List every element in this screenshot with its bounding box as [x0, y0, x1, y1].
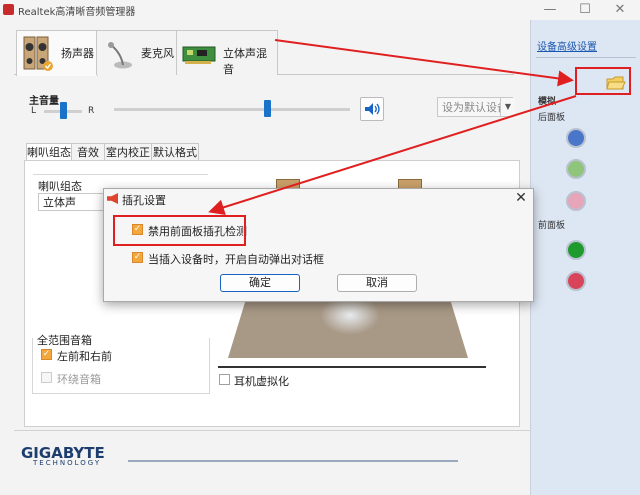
app-icon	[3, 4, 14, 15]
tab-default-format[interactable]: 默认格式	[151, 143, 199, 161]
auto-popup-checkbox[interactable]: ✓	[132, 252, 143, 263]
technology-tagline: TECHNOLOGY	[33, 459, 102, 467]
advanced-settings-link[interactable]: 设备高级设置	[537, 38, 597, 53]
tab-microphone-label: 麦克风	[141, 47, 174, 60]
front-speakers-checkbox[interactable]: ✓	[41, 349, 52, 360]
analog-label: 模拟	[538, 97, 557, 107]
window-title: Realtek高清晰音频管理器	[18, 7, 136, 18]
group-divider	[33, 174, 208, 175]
close-button[interactable]: ✕	[605, 1, 635, 19]
annotation-box-folder	[575, 67, 631, 95]
back-panel-label: 后面板	[538, 113, 566, 123]
microphone-icon	[108, 42, 132, 69]
tab-speaker[interactable]: 扬声器	[16, 30, 98, 76]
front-jack-green[interactable]	[566, 240, 586, 260]
balance-left-label: L	[31, 106, 37, 116]
balance-slider-thumb[interactable]	[60, 102, 67, 119]
speaker-config-label: 喇叭组态	[38, 180, 82, 193]
dialog-title: 插孔设置	[122, 194, 166, 207]
annotation-box-option	[113, 215, 246, 246]
footer-divider	[14, 430, 530, 431]
volume-speaker-icon	[365, 103, 380, 115]
back-jack-blue[interactable]	[566, 128, 586, 148]
chevron-down-icon[interactable]: ▼	[500, 98, 515, 116]
back-jack-pink[interactable]	[566, 191, 586, 211]
cancel-button[interactable]: 取消	[337, 274, 417, 292]
main-volume-label: 主音量	[29, 96, 59, 107]
tab-microphone[interactable]: 麦克风	[96, 30, 178, 75]
tab-speaker-label: 扬声器	[61, 47, 94, 60]
tab-stereo-mix[interactable]: 立体声混音	[176, 30, 278, 76]
front-panel-label: 前面板	[538, 221, 566, 231]
tab-sound-effects[interactable]: 音效	[71, 143, 105, 161]
front-jack-red[interactable]	[566, 271, 586, 291]
headphone-virtualization-checkbox[interactable]	[219, 374, 230, 385]
volume-track	[114, 108, 350, 111]
sound-card-icon	[182, 46, 216, 64]
surround-speakers-label: 环绕音箱	[57, 373, 101, 386]
balance-right-label: R	[88, 106, 95, 116]
tab-stereo-mix-label: 立体声混音	[223, 47, 267, 76]
ok-button[interactable]: 确定	[220, 274, 300, 292]
full-range-title: 全范围音箱	[37, 334, 92, 347]
mute-button[interactable]	[360, 97, 384, 121]
back-jack-green[interactable]	[566, 159, 586, 179]
floor-line	[218, 366, 486, 368]
right-panel-divider	[536, 57, 636, 58]
maximize-button[interactable]: ☐	[570, 1, 600, 19]
headphone-virtualization-label: 耳机虚拟化	[234, 375, 289, 388]
front-speakers-label: 左前和右前	[57, 350, 112, 363]
default-check-icon	[43, 61, 53, 71]
tab-room-correction[interactable]: 室内校正	[104, 143, 152, 161]
volume-slider-thumb[interactable]	[264, 100, 271, 117]
footer-line	[128, 460, 458, 462]
surround-speakers-checkbox[interactable]	[41, 372, 52, 383]
auto-popup-label: 当插入设备时，开启自动弹出对话框	[148, 253, 324, 266]
minimize-button[interactable]: —	[535, 1, 565, 19]
dialog-close-icon[interactable]: ✕	[512, 188, 530, 208]
tab-speaker-config[interactable]: 喇叭组态	[26, 143, 72, 161]
